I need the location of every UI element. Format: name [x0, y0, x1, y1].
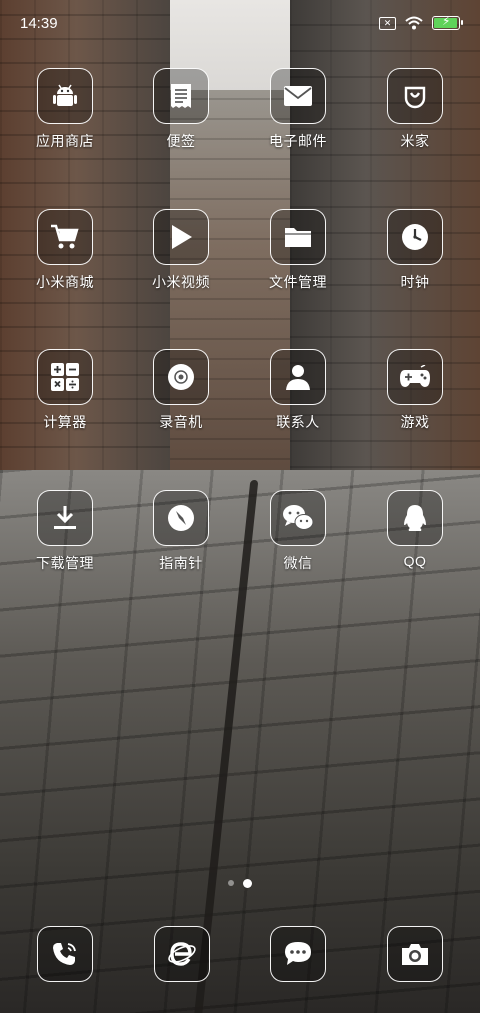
app-label: 指南针: [159, 555, 203, 571]
app-label: 小米商城: [36, 274, 94, 290]
app-label: 米家: [400, 133, 430, 149]
app-wechat[interactable]: 微信: [243, 490, 353, 573]
app-mi-video[interactable]: 小米视频: [126, 209, 236, 292]
app-email[interactable]: 电子邮件: [243, 68, 353, 151]
recorder-icon: [153, 349, 209, 405]
no-sim-icon: ✕: [379, 16, 396, 30]
app-label: 游戏: [400, 414, 430, 430]
gamepad-icon: [387, 349, 443, 405]
app-calculator[interactable]: 计算器: [10, 349, 120, 432]
app-compass[interactable]: 指南针: [126, 490, 236, 573]
page-dot[interactable]: [228, 880, 234, 886]
contact-icon: [270, 349, 326, 405]
notes-icon: [153, 68, 209, 124]
app-recorder[interactable]: 录音机: [126, 349, 236, 432]
app-label: 计算器: [43, 414, 87, 430]
wechat-icon: [270, 490, 326, 546]
app-label: 时钟: [400, 274, 430, 290]
mail-icon: [270, 68, 326, 124]
battery-charging-icon: ⚡: [432, 14, 463, 30]
app-notes[interactable]: 便签: [126, 68, 236, 151]
app-qq[interactable]: QQ: [360, 490, 470, 569]
status-bar: 14:39 ✕ ⚡: [0, 0, 480, 46]
app-label: 电子邮件: [269, 133, 327, 149]
app-label: 文件管理: [269, 274, 327, 290]
browser-icon[interactable]: [154, 926, 210, 982]
messages-icon[interactable]: [270, 926, 326, 982]
clock-icon: [387, 209, 443, 265]
compass-icon: [153, 490, 209, 546]
app-label: 小米视频: [152, 274, 210, 290]
app-label: 便签: [166, 133, 196, 149]
app-label: 联系人: [276, 414, 320, 430]
app-download-manager[interactable]: 下载管理: [10, 490, 120, 573]
app-contacts[interactable]: 联系人: [243, 349, 353, 432]
download-icon: [37, 490, 93, 546]
page-dot-active[interactable]: [243, 879, 252, 888]
android-icon: [37, 68, 93, 124]
app-mijia[interactable]: 米家: [360, 68, 470, 151]
mijia-icon: [387, 68, 443, 124]
page-indicator[interactable]: [0, 879, 480, 888]
app-clock[interactable]: 时钟: [360, 209, 470, 292]
app-label: QQ: [403, 553, 427, 569]
wifi-icon: [405, 16, 423, 30]
qq-icon: [387, 490, 443, 546]
cart-icon: [37, 209, 93, 265]
app-mi-store[interactable]: 小米商城: [10, 209, 120, 292]
app-label: 下载管理: [36, 555, 94, 571]
app-app-store[interactable]: 应用商店: [10, 68, 120, 151]
calculator-icon: [37, 349, 93, 405]
folder-icon: [270, 209, 326, 265]
app-label: 录音机: [159, 414, 203, 430]
camera-icon[interactable]: [387, 926, 443, 982]
status-time: 14:39: [20, 14, 58, 32]
play-icon: [153, 209, 209, 265]
dock: [0, 926, 480, 982]
app-games[interactable]: 游戏: [360, 349, 470, 432]
phone-icon[interactable]: [37, 926, 93, 982]
app-label: 应用商店: [36, 133, 94, 149]
app-file-manager[interactable]: 文件管理: [243, 209, 353, 292]
app-label: 微信: [283, 555, 313, 571]
